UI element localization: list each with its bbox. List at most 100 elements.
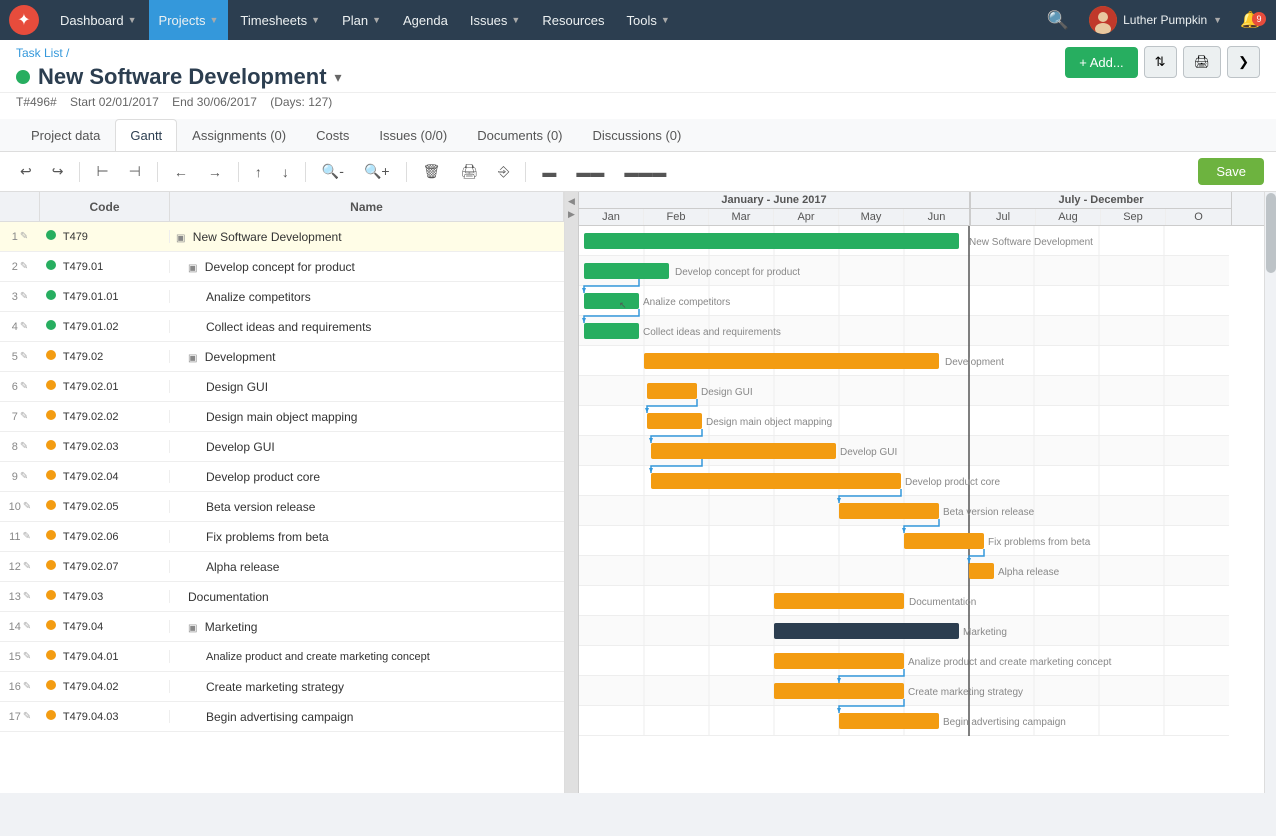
- view-toggle-2[interactable]: ▬▬: [568, 159, 612, 185]
- edit-icon[interactable]: ✎: [23, 711, 31, 722]
- gantt-bar-row7[interactable]: [647, 413, 702, 429]
- move-left-button[interactable]: ←: [166, 159, 196, 185]
- gantt-bar-row1[interactable]: [584, 233, 959, 249]
- move-right-button[interactable]: →: [200, 159, 230, 185]
- edit-icon[interactable]: ✎: [23, 501, 31, 512]
- nav-dashboard[interactable]: Dashboard ▼: [50, 0, 147, 40]
- tab-discussions[interactable]: Discussions (0): [578, 119, 697, 151]
- edit-icon[interactable]: ✎: [23, 681, 31, 692]
- project-meta: T#496# Start 02/01/2017 End 30/06/2017 (…: [0, 93, 1276, 119]
- table-row: 12 ✎ T479.02.07 Alpha release: [0, 552, 564, 582]
- expand-icon[interactable]: ▣: [188, 353, 197, 364]
- row-name: ▣ Develop concept for product: [170, 260, 564, 274]
- view-toggle-1[interactable]: ▬: [534, 159, 564, 185]
- undo-button[interactable]: ↩: [12, 158, 40, 185]
- zoom-in-button[interactable]: 🔍+: [356, 158, 398, 185]
- edit-icon[interactable]: ✎: [20, 351, 28, 362]
- delete-button[interactable]: 🗑: [415, 158, 449, 185]
- notifications-bell[interactable]: 🔔 9: [1232, 10, 1268, 30]
- scrollbar-thumb[interactable]: [1266, 193, 1276, 273]
- expand-icon[interactable]: ▣: [188, 623, 197, 634]
- edit-icon[interactable]: ✎: [23, 561, 31, 572]
- export-button[interactable]: ⎆: [490, 158, 517, 185]
- edit-icon[interactable]: ✎: [23, 621, 31, 632]
- gantt-bar-row13[interactable]: [774, 593, 904, 609]
- move-up-button[interactable]: ↑: [247, 159, 270, 185]
- gantt-bar-row6[interactable]: [647, 383, 697, 399]
- chevron-down-icon: ▼: [661, 15, 670, 25]
- toolbar-separator-2: [157, 162, 158, 182]
- print-button[interactable]: 🖨: [452, 158, 486, 185]
- tab-costs[interactable]: Costs: [301, 119, 364, 151]
- tab-project-data[interactable]: Project data: [16, 119, 115, 151]
- tab-documents[interactable]: Documents (0): [462, 119, 577, 151]
- nav-tools[interactable]: Tools ▼: [616, 0, 679, 40]
- sort-button[interactable]: ⇅: [1144, 46, 1177, 78]
- page-title: New Software Development: [38, 64, 327, 90]
- gantt-bar-row3[interactable]: [584, 293, 639, 309]
- gantt-bar-row11[interactable]: [904, 533, 984, 549]
- nav-agenda[interactable]: Agenda: [393, 0, 458, 40]
- gantt-bar-row15[interactable]: [774, 653, 904, 669]
- edit-icon[interactable]: ✎: [23, 651, 31, 662]
- svg-text:Create marketing strategy: Create marketing strategy: [908, 687, 1023, 698]
- add-button[interactable]: + Add...: [1065, 47, 1137, 78]
- scroll-right-icon[interactable]: ▶: [568, 209, 575, 220]
- zoom-out-button[interactable]: 🔍-: [314, 158, 352, 185]
- scroll-left-icon[interactable]: ◀: [568, 196, 575, 207]
- breadcrumb[interactable]: Task List /: [16, 46, 1065, 64]
- table-row: 6 ✎ T479.02.01 Design GUI: [0, 372, 564, 402]
- gantt-bar-row5[interactable]: [644, 353, 939, 369]
- row-name: ▣ New Software Development: [170, 230, 564, 244]
- nav-resources[interactable]: Resources: [532, 0, 614, 40]
- edit-icon[interactable]: ✎: [23, 591, 31, 602]
- expand-icon[interactable]: ▣: [176, 233, 185, 244]
- gantt-chart-area[interactable]: January - June 2017 Jan Feb Mar Apr May …: [579, 192, 1264, 793]
- gantt-bar-row2[interactable]: [584, 263, 669, 279]
- view-toggle-3[interactable]: ▬▬▬: [616, 159, 674, 185]
- print-button[interactable]: 🖨: [1183, 46, 1222, 78]
- edit-icon[interactable]: ✎: [20, 471, 28, 482]
- edit-icon[interactable]: ✎: [20, 321, 28, 332]
- indent-right-button[interactable]: ⊣: [121, 158, 149, 185]
- table-row: 14 ✎ T479.04 ▣ Marketing: [0, 612, 564, 642]
- vertical-scrollbar[interactable]: [1264, 192, 1276, 793]
- gantt-bar-row9[interactable]: [651, 473, 901, 489]
- move-down-button[interactable]: ↓: [274, 159, 297, 185]
- gantt-bar-row16[interactable]: [774, 683, 904, 699]
- logo[interactable]: ✦: [8, 4, 40, 36]
- redo-button[interactable]: ↪: [44, 158, 72, 185]
- collapse-button[interactable]: ❯: [1227, 46, 1260, 78]
- edit-icon[interactable]: ✎: [20, 231, 28, 242]
- table-row: 2 ✎ T479.01 ▣ Develop concept for produc…: [0, 252, 564, 282]
- gantt-bar-row10[interactable]: [839, 503, 939, 519]
- edit-icon[interactable]: ✎: [20, 441, 28, 452]
- chevron-down-icon[interactable]: ▾: [335, 69, 342, 86]
- nav-issues[interactable]: Issues ▼: [460, 0, 531, 40]
- indent-left-button[interactable]: ⊢: [88, 158, 116, 185]
- nav-plan[interactable]: Plan ▼: [332, 0, 391, 40]
- nav-projects[interactable]: Projects ▼: [149, 0, 229, 40]
- tab-assignments[interactable]: Assignments (0): [177, 119, 301, 151]
- edit-icon[interactable]: ✎: [20, 261, 28, 272]
- svg-text:Alpha release: Alpha release: [998, 567, 1060, 578]
- user-menu[interactable]: Luther Pumpkin ▼: [1081, 6, 1230, 34]
- edit-icon[interactable]: ✎: [20, 411, 28, 422]
- gantt-bar-row4[interactable]: [584, 323, 639, 339]
- tab-issues[interactable]: Issues (0/0): [364, 119, 462, 151]
- edit-icon[interactable]: ✎: [23, 531, 31, 542]
- gantt-bar-row14[interactable]: [774, 623, 959, 639]
- edit-icon[interactable]: ✎: [20, 291, 28, 302]
- gantt-bar-row8[interactable]: [651, 443, 836, 459]
- nav-timesheets[interactable]: Timesheets ▼: [230, 0, 330, 40]
- svg-text:Develop concept for product: Develop concept for product: [675, 267, 800, 278]
- gantt-bar-row17[interactable]: [839, 713, 939, 729]
- gantt-divider[interactable]: ◀ ▶: [565, 192, 579, 793]
- edit-icon[interactable]: ✎: [20, 381, 28, 392]
- tab-gantt[interactable]: Gantt: [115, 119, 177, 151]
- save-button[interactable]: Save: [1198, 158, 1264, 185]
- search-icon[interactable]: 🔍: [1037, 10, 1079, 31]
- gantt-bar-row12[interactable]: [969, 563, 994, 579]
- status-dot: [46, 470, 56, 480]
- expand-icon[interactable]: ▣: [188, 263, 197, 274]
